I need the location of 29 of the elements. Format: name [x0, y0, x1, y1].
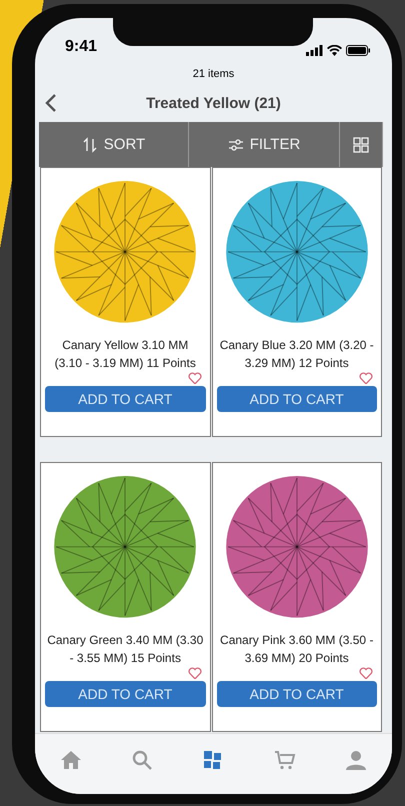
wifi-icon [327, 45, 342, 56]
filter-button[interactable]: FILTER [189, 122, 340, 167]
grid-view-button[interactable] [340, 122, 383, 167]
page-title: Treated Yellow (21) [145, 94, 282, 112]
person-icon[interactable] [344, 748, 368, 772]
search-icon[interactable] [130, 748, 154, 772]
product-name: Canary Yellow 3.10 MM (3.10 - 3.19 MM) 11 Points [54, 336, 197, 372]
back-icon[interactable] [44, 93, 58, 113]
status-time: 9:41 [65, 38, 98, 56]
item-count: 21 items [192, 68, 234, 80]
grid-icon [353, 136, 369, 152]
add-to-cart-button[interactable]: ADD TO CART [216, 386, 377, 412]
battery-icon [346, 45, 370, 56]
add-to-cart-button[interactable]: ADD TO CART [216, 681, 377, 707]
product-name: Canary Blue 3.20 MM (3.20 - 3.29 MM) 12 Points [218, 336, 375, 372]
product-name: Canary Pink 3.60 MM (3.50 - 3.69 MM) 20 Points [219, 632, 374, 667]
sort-button[interactable]: SORT [39, 122, 189, 167]
add-to-cart-button[interactable]: ADD TO CART [45, 386, 206, 412]
heart-icon[interactable] [359, 666, 373, 680]
sort-arrows-icon [82, 136, 98, 152]
signal-icon [306, 45, 323, 56]
cart-icon[interactable] [272, 748, 297, 772]
add-to-cart-button[interactable]: ADD TO CART [45, 681, 206, 707]
heart-icon[interactable] [188, 372, 202, 384]
heart-icon[interactable] [359, 372, 373, 384]
heart-icon[interactable] [188, 666, 202, 680]
home-icon[interactable] [58, 748, 83, 772]
sliders-icon [228, 136, 244, 152]
product-name: Canary Green 3.40 MM (3.30 - 3.55 MM) 15 Points [46, 632, 204, 667]
